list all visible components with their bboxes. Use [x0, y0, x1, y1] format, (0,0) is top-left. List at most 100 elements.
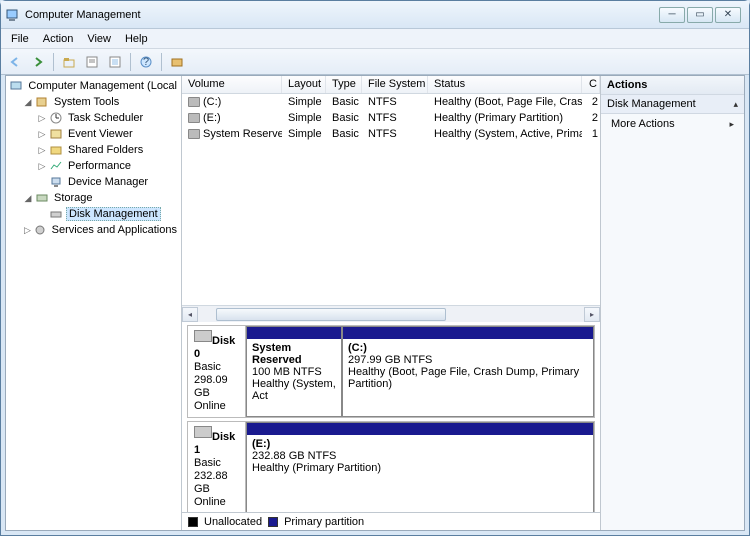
volume-name: (C:): [203, 96, 221, 108]
main-area: Computer Management (Local ◢System Tools…: [5, 75, 745, 531]
window-titlebar: Computer Management ─ ▭ ✕: [1, 1, 749, 29]
partition-status: Healthy (Primary Partition): [252, 462, 381, 474]
tree-task-scheduler[interactable]: ▷Task Scheduler: [8, 110, 179, 126]
partition[interactable]: (C:)297.99 GB NTFSHealthy (Boot, Page Fi…: [342, 326, 594, 417]
volume-fs: NTFS: [362, 128, 428, 140]
menu-file[interactable]: File: [5, 31, 35, 47]
volume-cap: 2: [582, 112, 600, 124]
scroll-left-arrow[interactable]: ◂: [182, 307, 198, 322]
partition-bar: [247, 327, 341, 339]
volume-fs: NTFS: [362, 96, 428, 108]
scroll-thumb[interactable]: [216, 308, 446, 321]
disk-row[interactable]: Disk 1Basic232.88 GBOnline(E:)232.88 GB …: [187, 421, 595, 512]
disk-size: 232.88 GB: [194, 470, 228, 495]
disk-state: Online: [194, 400, 226, 412]
scroll-right-arrow[interactable]: ▸: [584, 307, 600, 322]
partition-status: Healthy (System, Act: [252, 378, 336, 402]
menu-view[interactable]: View: [81, 31, 117, 47]
partition-title: System Reserved: [252, 342, 302, 366]
volume-cap: 1: [582, 128, 600, 140]
partition[interactable]: (E:)232.88 GB NTFSHealthy (Primary Parti…: [246, 422, 594, 512]
disk-icon: [194, 426, 212, 438]
app-icon: [5, 7, 21, 23]
toolbar-separator: [53, 53, 54, 71]
volume-cap: 2: [582, 96, 600, 108]
up-button[interactable]: [59, 52, 79, 72]
tree-disk-management[interactable]: Disk Management: [8, 206, 179, 222]
menu-action[interactable]: Action: [37, 31, 80, 47]
back-button[interactable]: [5, 52, 25, 72]
action-button[interactable]: [167, 52, 187, 72]
volume-row[interactable]: (C:)SimpleBasicNTFSHealthy (Boot, Page F…: [182, 94, 600, 110]
disk-size: 298.09 GB: [194, 374, 228, 399]
svg-text:?: ?: [143, 56, 149, 68]
tree-performance[interactable]: ▷Performance: [8, 158, 179, 174]
actions-section-label: Disk Management: [607, 98, 696, 110]
partition-status: Healthy (Boot, Page File, Crash Dump, Pr…: [348, 366, 579, 390]
volume-icon: [188, 129, 200, 139]
legend-swatch-primary: [268, 517, 278, 527]
forward-button[interactable]: [28, 52, 48, 72]
close-button[interactable]: ✕: [715, 7, 741, 23]
volume-name: System Reserved: [203, 128, 282, 140]
volume-name: (E:): [203, 112, 221, 124]
volume-status: Healthy (System, Active, Primary Partiti…: [428, 128, 582, 140]
volume-status: Healthy (Primary Partition): [428, 112, 582, 124]
col-volume[interactable]: Volume: [182, 76, 282, 93]
actions-more-label: More Actions: [611, 118, 675, 130]
disk-state: Online: [194, 496, 226, 508]
partition-size: 232.88 GB NTFS: [252, 450, 336, 462]
volume-type: Basic: [326, 128, 362, 140]
col-filesystem[interactable]: File System: [362, 76, 428, 93]
tree-services[interactable]: ▷Services and Applications: [8, 222, 179, 238]
actions-more[interactable]: More Actions ▸: [601, 114, 744, 134]
tree-device-manager[interactable]: Device Manager: [8, 174, 179, 190]
help-button[interactable]: ?: [136, 52, 156, 72]
volume-list-spacer: [182, 142, 600, 305]
tree-system-tools[interactable]: ◢System Tools: [8, 94, 179, 110]
volume-list-header[interactable]: Volume Layout Type File System Status C: [182, 76, 600, 94]
partition-size: 297.99 GB NTFS: [348, 354, 432, 366]
navigation-tree[interactable]: Computer Management (Local ◢System Tools…: [6, 76, 182, 530]
partition-title: (C:): [348, 342, 367, 354]
menu-help[interactable]: Help: [119, 31, 154, 47]
partition[interactable]: System Reserved100 MB NTFSHealthy (Syste…: [246, 326, 342, 417]
disk-partitions: System Reserved100 MB NTFSHealthy (Syste…: [246, 326, 594, 417]
volume-layout: Simple: [282, 112, 326, 124]
col-type[interactable]: Type: [326, 76, 362, 93]
disk-info: Disk 1Basic232.88 GBOnline: [188, 422, 246, 512]
menu-bar: File Action View Help: [1, 29, 749, 49]
legend: Unallocated Primary partition: [182, 512, 600, 530]
disk-row[interactable]: Disk 0Basic298.09 GBOnlineSystem Reserve…: [187, 325, 595, 418]
col-status[interactable]: Status: [428, 76, 582, 93]
tree-event-viewer[interactable]: ▷Event Viewer: [8, 126, 179, 142]
maximize-button[interactable]: ▭: [687, 7, 713, 23]
legend-swatch-unallocated: [188, 517, 198, 527]
disk-partitions: (E:)232.88 GB NTFSHealthy (Primary Parti…: [246, 422, 594, 512]
partition-title: (E:): [252, 438, 270, 450]
legend-unallocated: Unallocated: [204, 516, 262, 528]
volume-icon: [188, 97, 200, 107]
volume-row[interactable]: System ReservedSimpleBasicNTFSHealthy (S…: [182, 126, 600, 142]
refresh-icon[interactable]: [105, 52, 125, 72]
actions-section[interactable]: Disk Management ▴: [601, 95, 744, 114]
toolbar-separator: [161, 53, 162, 71]
collapse-icon: ▴: [733, 99, 738, 110]
tree-shared-folders[interactable]: ▷Shared Folders: [8, 142, 179, 158]
disk-kind: Basic: [194, 457, 221, 469]
tree-root[interactable]: Computer Management (Local: [8, 78, 179, 94]
properties-button[interactable]: [82, 52, 102, 72]
disk-graphical-view[interactable]: Disk 0Basic298.09 GBOnlineSystem Reserve…: [182, 322, 600, 512]
toolbar-separator: [130, 53, 131, 71]
volume-layout: Simple: [282, 128, 326, 140]
tree-storage[interactable]: ◢Storage: [8, 190, 179, 206]
disk-info: Disk 0Basic298.09 GBOnline: [188, 326, 246, 417]
volume-list[interactable]: (C:)SimpleBasicNTFSHealthy (Boot, Page F…: [182, 94, 600, 142]
partition-bar: [247, 423, 593, 435]
volume-fs: NTFS: [362, 112, 428, 124]
minimize-button[interactable]: ─: [659, 7, 685, 23]
horizontal-scrollbar[interactable]: ◂ ▸: [182, 305, 600, 322]
col-layout[interactable]: Layout: [282, 76, 326, 93]
volume-row[interactable]: (E:)SimpleBasicNTFSHealthy (Primary Part…: [182, 110, 600, 126]
col-capacity[interactable]: C: [582, 76, 600, 93]
